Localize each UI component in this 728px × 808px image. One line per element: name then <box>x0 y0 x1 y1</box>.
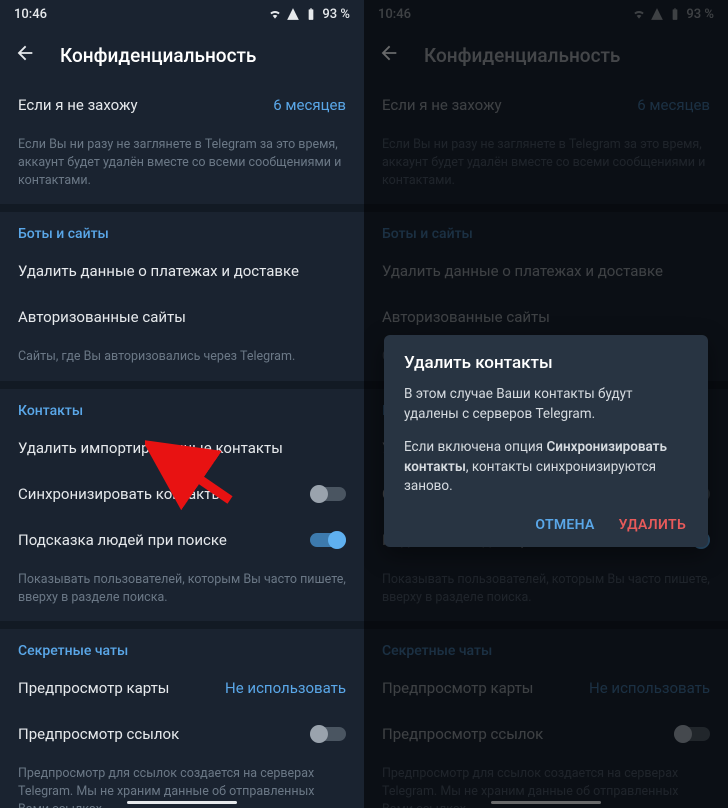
bots-desc: Сайты, где Вы авторизовались через Teleg… <box>0 340 364 380</box>
cancel-button[interactable]: ОТМЕНА <box>535 517 594 533</box>
contacts-desc: Показывать пользователей, которым Вы час… <box>0 563 364 621</box>
row-inactive-period[interactable]: Если я не захожу 6 месяцев <box>0 82 364 128</box>
page-title: Конфиденциальность <box>60 44 256 67</box>
divider <box>0 621 364 629</box>
status-time: 10:46 <box>14 7 47 22</box>
signal-icon <box>286 7 300 21</box>
row-label: Если я не захожу <box>18 96 138 114</box>
wifi-icon <box>268 7 282 21</box>
row-authorized-sites[interactable]: Авторизованные сайты <box>0 294 364 340</box>
divider <box>0 381 364 389</box>
toggle-link-preview[interactable] <box>310 727 346 741</box>
row-value: 6 месяцев <box>273 96 346 114</box>
toggle-sync-contacts[interactable] <box>310 487 346 501</box>
row-suggest-people[interactable]: Подсказка людей при поиске <box>0 517 364 563</box>
dialog-body-2: Если включена опция Синхронизировать кон… <box>404 438 688 497</box>
inactive-desc: Если Вы ни разу не заглянете в Telegram … <box>0 128 364 204</box>
battery-percent: 93 % <box>322 7 350 22</box>
row-sync-contacts[interactable]: Синхронизировать контакты <box>0 471 364 517</box>
divider <box>0 204 364 212</box>
row-link-preview[interactable]: Предпросмотр ссылок <box>0 711 364 757</box>
section-contacts: Контакты <box>0 389 364 425</box>
row-delete-imported-contacts[interactable]: Удалить импортированные контакты <box>0 425 364 471</box>
delete-button[interactable]: УДАЛИТЬ <box>619 517 686 533</box>
delete-contacts-dialog: Удалить контакты В этом случае Ваши конт… <box>384 335 708 547</box>
header: Конфиденциальность <box>0 28 364 82</box>
row-map-preview[interactable]: Предпросмотр карты Не использовать <box>0 665 364 711</box>
back-button[interactable] <box>14 42 36 68</box>
battery-icon <box>304 7 318 21</box>
home-indicator[interactable] <box>127 801 237 804</box>
section-secret: Секретные чаты <box>0 629 364 665</box>
screen-right: 10:46 93 % Конфиденциальность Если я не … <box>364 0 728 808</box>
screen-left: 10:46 93 % Конфиденциальность Если я не … <box>0 0 364 808</box>
dialog-title: Удалить контакты <box>404 353 688 373</box>
row-delete-payment[interactable]: Удалить данные о платежах и доставке <box>0 248 364 294</box>
status-bar: 10:46 93 % <box>0 0 364 28</box>
dialog-actions: ОТМЕНА УДАЛИТЬ <box>404 511 688 537</box>
dialog-body-1: В этом случае Ваши контакты будут удален… <box>404 385 688 424</box>
status-icons: 93 % <box>268 7 350 22</box>
section-bots: Боты и сайты <box>0 212 364 248</box>
toggle-suggest-people[interactable] <box>310 533 346 547</box>
